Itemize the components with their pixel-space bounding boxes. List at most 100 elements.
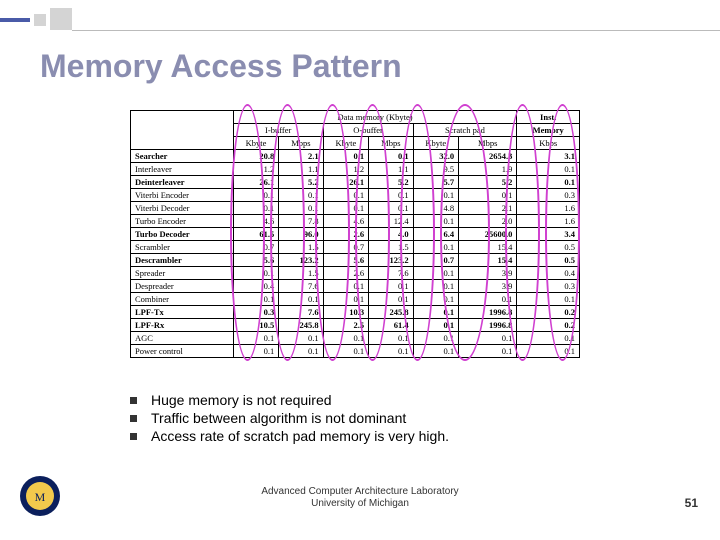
- header-obuffer: O-buffer: [323, 124, 413, 137]
- cell: 0.1: [369, 293, 413, 306]
- table-row: Viterbi Encoder0.10.10.10.10.10.10.3: [131, 189, 580, 202]
- cell: 0.2: [517, 306, 580, 319]
- cell: 2.1: [279, 150, 323, 163]
- table-row: Combiner0.10.10.10.10.10.10.1: [131, 293, 580, 306]
- cell: 245.8: [369, 306, 413, 319]
- cell: 5.6: [233, 254, 279, 267]
- row-label: Power control: [131, 345, 234, 358]
- cell: 0.1: [323, 345, 369, 358]
- cell: 20.8: [233, 150, 279, 163]
- cell: 3.9: [459, 267, 517, 280]
- table-row: Power control0.10.10.10.10.10.10.1: [131, 345, 580, 358]
- cell: 0.1: [233, 202, 279, 215]
- unit-kbyte: Kbyte: [413, 137, 459, 150]
- row-label: AGC: [131, 332, 234, 345]
- cell: 0.1: [413, 215, 459, 228]
- row-label: Turbo Encoder: [131, 215, 234, 228]
- cell: 0.1: [413, 267, 459, 280]
- row-label: Descrambler: [131, 254, 234, 267]
- cell: 0.1: [413, 189, 459, 202]
- cell: 0.1: [517, 332, 580, 345]
- row-label: Interleaver: [131, 163, 234, 176]
- cell: 61.5: [233, 228, 279, 241]
- cell: 2.6: [323, 267, 369, 280]
- row-label: Despreader: [131, 280, 234, 293]
- cell: 25600.0: [459, 228, 517, 241]
- cell: 0.1: [279, 345, 323, 358]
- cell: 0.3: [517, 280, 580, 293]
- cell: 15.4: [459, 241, 517, 254]
- table-row: LPF-Tx0.37.610.3245.80.11996.80.2: [131, 306, 580, 319]
- table-row: Spreader0.11.52.67.60.13.90.4: [131, 267, 580, 280]
- cell: 0.7: [323, 241, 369, 254]
- cell: 12.4: [369, 215, 413, 228]
- cell: 0.1: [369, 189, 413, 202]
- table-row: Despreader0.47.60.10.10.13.90.3: [131, 280, 580, 293]
- cell: 0.4: [517, 267, 580, 280]
- cell: 3.4: [517, 228, 580, 241]
- accent-line: [72, 30, 720, 31]
- cell: 10.3: [323, 306, 369, 319]
- cell: 4.6: [233, 215, 279, 228]
- header-data-memory: Data memory (Kbyte): [233, 111, 517, 124]
- cell: 0.4: [233, 280, 279, 293]
- cell: 0.1: [459, 332, 517, 345]
- row-label: Viterbi Decoder: [131, 202, 234, 215]
- table-row: Descrambler5.6123.25.6123.20.715.40.5: [131, 254, 580, 267]
- cell: 0.1: [279, 293, 323, 306]
- cell: 0.5: [517, 241, 580, 254]
- table-row: Turbo Encoder4.67.84.612.40.12.01.6: [131, 215, 580, 228]
- unit-kbps: Kbps: [517, 137, 580, 150]
- cell: 0.1: [459, 189, 517, 202]
- cell: 7.8: [279, 215, 323, 228]
- cell: 0.1: [323, 332, 369, 345]
- data-table: Data memory (Kbyte) Inst. I-buffer O-buf…: [130, 110, 580, 358]
- unit-mbps: Mbps: [279, 137, 323, 150]
- cell: 2.6: [323, 228, 369, 241]
- accent-square: [34, 14, 46, 26]
- cell: 0.1: [369, 280, 413, 293]
- cell: 0.7: [233, 241, 279, 254]
- cell: 4.8: [413, 202, 459, 215]
- cell: 0.1: [517, 163, 580, 176]
- cell: 1.1: [279, 163, 323, 176]
- table-row: Interleaver1.21.11.21.19.51.90.1: [131, 163, 580, 176]
- cell: 0.1: [413, 293, 459, 306]
- cell: 1.9: [459, 163, 517, 176]
- cell: 1.2: [323, 163, 369, 176]
- page-number: 51: [685, 496, 698, 510]
- cell: 0.1: [233, 189, 279, 202]
- cell: 0.1: [517, 176, 580, 189]
- cell: 0.2: [517, 319, 580, 332]
- bullet-list: Huge memory is not required Traffic betw…: [130, 392, 449, 446]
- cell: 5.2: [369, 176, 413, 189]
- cell: 4.6: [323, 215, 369, 228]
- cell: 245.8: [279, 319, 323, 332]
- cell: 5.2: [459, 176, 517, 189]
- cell: 0.1: [413, 241, 459, 254]
- cell: 2654.3: [459, 150, 517, 163]
- cell: 0.1: [233, 293, 279, 306]
- accent-square: [50, 8, 72, 30]
- cell: 0.7: [413, 254, 459, 267]
- cell: 0.1: [413, 332, 459, 345]
- cell: 0.1: [233, 345, 279, 358]
- row-label: Deinterleaver: [131, 176, 234, 189]
- cell: 7.6: [279, 306, 323, 319]
- cell: 1.5: [369, 241, 413, 254]
- cell: 0.1: [323, 150, 369, 163]
- cell: 2.1: [459, 202, 517, 215]
- cell: 3.9: [459, 280, 517, 293]
- unit-mbps: Mbps: [369, 137, 413, 150]
- cell: 2.0: [459, 215, 517, 228]
- cell: 0.1: [233, 267, 279, 280]
- cell: 15.4: [459, 254, 517, 267]
- slide-title: Memory Access Pattern: [40, 48, 402, 85]
- row-label: Combiner: [131, 293, 234, 306]
- cell: 32.0: [413, 150, 459, 163]
- cell: 9.5: [413, 163, 459, 176]
- row-label: LPF-Rx: [131, 319, 234, 332]
- header-scratch: Scratch pad: [413, 124, 517, 137]
- accent-bar: [0, 18, 30, 22]
- header-ibuffer: I-buffer: [233, 124, 323, 137]
